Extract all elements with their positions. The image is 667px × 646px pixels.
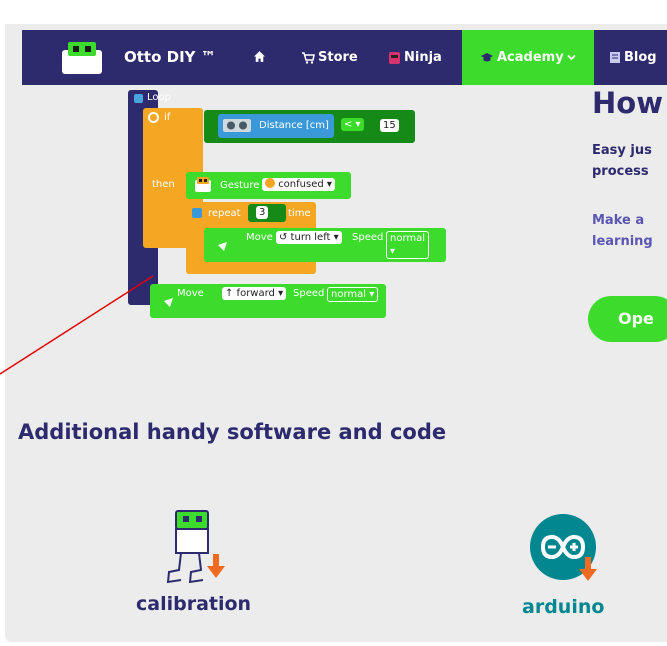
nav-blog[interactable]: Blog [609,50,657,65]
confused-face-icon [265,178,275,188]
distance-value[interactable]: 15 [380,119,399,132]
nav-store-label: Store [318,50,358,65]
time-label: time [288,208,311,219]
ultrasonic-sensor-icon [223,119,251,132]
page-frame: Otto DIY ™ Store Ninja Academy Blog Loop… [5,24,667,642]
distance-label: Distance [cm] [259,120,329,131]
if-gear-icon [148,112,159,123]
speed1-label: Speed [352,232,384,243]
move-arrow-icon [214,242,227,255]
brand-name[interactable]: Otto DIY ™ [124,48,216,66]
nav-academy-label: Academy [497,50,564,65]
loop-label: Loop [147,92,171,103]
section-title: Additional handy software and code [18,420,447,444]
graduation-cap-icon [481,53,493,62]
calibration-robot-icon [166,510,225,584]
nav-store[interactable]: Store [301,50,358,65]
otto-logo-icon[interactable] [60,40,104,76]
ninja-icon [389,51,400,64]
block-code-example: Loop if Distance [cm] < ▾ 15 then Gestur… [128,90,446,318]
blog-icon [610,52,620,63]
make-line-2: learning [592,234,653,249]
nav-academy[interactable]: Academy [462,30,594,85]
arduino-tool[interactable]: arduino [513,511,623,621]
speed2-dropdown[interactable]: normal ▾ [327,287,379,302]
intro-text: Easy jus process [592,140,652,182]
move1-dropdown[interactable]: ↺ turn left ▾ [276,231,342,244]
make-line-1: Make a [592,213,645,228]
top-strip [0,0,667,24]
move2-label: Move [177,288,204,299]
speed2-label: Speed [293,288,325,299]
chevron-down-icon [567,54,576,61]
operator-dropdown[interactable]: < ▾ [341,118,364,131]
speed1-dropdown[interactable]: normal ▾ [386,231,430,259]
if-label: if [164,112,171,123]
gesture-value: confused ▾ [278,179,332,190]
nav-ninja[interactable]: Ninja [388,50,442,65]
nav-home[interactable] [253,50,266,63]
arduino-label: arduino [522,596,605,618]
move-arrow-icon [160,298,173,311]
intro-line-1: Easy jus [592,143,652,158]
repeat-label: repeat [208,208,241,219]
home-icon [254,51,265,62]
repeat-icon [192,208,202,218]
gesture-dropdown[interactable]: confused ▾ [262,178,335,191]
page-heading: How [592,86,663,120]
move1-label: Move [246,232,273,243]
calibration-label: calibration [136,593,252,615]
arduino-logo-icon [530,514,597,581]
repeat-value[interactable]: 3 [256,206,269,219]
loop-icon [134,94,143,103]
then-label: then [152,179,175,190]
nav-ninja-label: Ninja [404,50,442,65]
gesture-label: Gesture [220,180,260,191]
calibration-tool[interactable]: calibration [131,510,261,620]
intro-line-2: process [592,164,649,179]
make-text: Make a learning [592,210,653,252]
nav-blog-label: Blog [624,50,657,65]
otto-head-icon [195,177,211,192]
top-nav: Otto DIY ™ Store Ninja Academy Blog [22,30,667,85]
open-button[interactable]: Ope [588,296,667,342]
cart-icon [302,51,315,64]
move2-dropdown[interactable]: ↑ forward ▾ [222,287,287,300]
